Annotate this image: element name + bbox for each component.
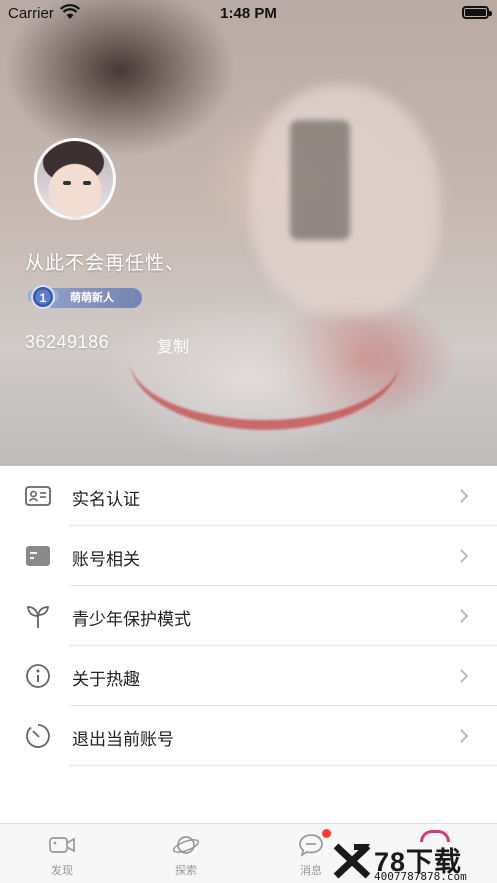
tab-discover[interactable]: 发现 [32,832,92,878]
avatar[interactable] [34,138,116,220]
id-card-icon [25,486,51,506]
copy-id-button[interactable]: 复制 [157,333,189,357]
tab-label: 发现 [51,865,73,877]
planet-icon [172,836,200,854]
watermark-site: 4007787878.com [374,870,467,883]
chevron-right-icon [460,669,469,683]
unread-badge [322,829,331,838]
account-card-icon [26,546,50,566]
profile-signature: 从此不会再任性、 [25,253,186,274]
chevron-right-icon [460,729,469,743]
divider [70,765,497,766]
level-emblem-icon: 1 [28,285,58,309]
logout-timer-icon [26,724,50,748]
status-bar: Carrier 1:48 PM [0,0,497,26]
info-icon [26,664,50,688]
menu-item-real-name-verification[interactable]: 实名认证 [0,466,497,526]
tab-explore[interactable]: 探索 [156,832,216,878]
watermark-logo: 78下载 4007787878.com [330,840,495,883]
profile-header-background [0,0,497,466]
menu-item-label: 青少年保护模式 [72,610,191,629]
avatar-eye [63,181,71,185]
clock: 1:48 PM [220,5,277,22]
battery-icon [462,6,492,19]
menu-item-logout[interactable]: 退出当前账号 [0,706,497,766]
chevron-right-icon [460,489,469,503]
menu-item-teen-mode[interactable]: 青少年保护模式 [0,586,497,646]
avatar-eye [83,181,91,185]
menu-item-account[interactable]: 账号相关 [0,526,497,586]
watermark-x-icon [333,843,371,879]
level-number: 1 [40,291,47,305]
background-overlay [0,0,497,466]
tab-label: 探索 [175,865,197,877]
user-id: 36249186 [25,332,110,352]
sprout-icon [27,606,49,628]
menu-item-about[interactable]: 关于热趣 [0,646,497,706]
menu-item-label: 实名认证 [72,490,140,509]
menu-item-label: 退出当前账号 [72,730,174,749]
chat-bubble-icon [299,834,323,857]
settings-menu: 实名认证 账号相关 青少年保护模式 关于热趣 退出当前账号 [0,466,497,766]
menu-item-label: 账号相关 [72,550,140,569]
menu-item-label: 关于热趣 [72,670,140,689]
video-camera-icon [49,837,75,853]
chevron-right-icon [460,609,469,623]
chevron-right-icon [460,549,469,563]
